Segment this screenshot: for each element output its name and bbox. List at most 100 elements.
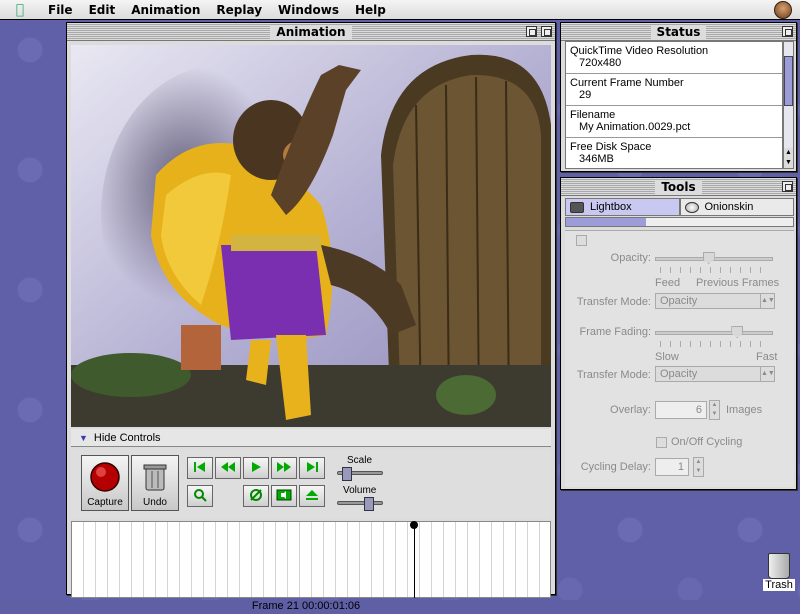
fading-ticks bbox=[660, 341, 770, 347]
status-item-label: Current Frame Number bbox=[570, 77, 684, 89]
playhead-handle[interactable] bbox=[410, 521, 418, 529]
status-item-label: Free Disk Space bbox=[570, 141, 652, 153]
zoom-box-icon[interactable] bbox=[526, 26, 537, 37]
volume-slider[interactable] bbox=[337, 501, 383, 505]
rewind-button[interactable] bbox=[215, 457, 241, 479]
playhead[interactable] bbox=[414, 524, 415, 598]
loop-icon bbox=[249, 488, 263, 505]
opacity-slider-thumb[interactable] bbox=[702, 252, 715, 264]
trash-label: Trash bbox=[763, 579, 795, 591]
trash-can-graphic bbox=[768, 553, 790, 579]
status-item-label: Filename bbox=[570, 109, 616, 121]
tools-titlebar[interactable]: Tools bbox=[561, 178, 796, 196]
trash-icon[interactable]: Trash bbox=[762, 553, 796, 591]
opacity-label: Opacity: bbox=[610, 252, 651, 264]
frame-status: Frame 21 00:00:01:06 bbox=[251, 600, 361, 612]
hide-controls-toggle[interactable]: ▼ Hide Controls bbox=[71, 429, 551, 447]
select-arrows-icon: ▲▼ bbox=[760, 367, 775, 381]
play-icon bbox=[250, 461, 262, 476]
frame-fading-label: Frame Fading: bbox=[579, 326, 651, 338]
menu-file[interactable]: File bbox=[40, 3, 81, 17]
status-item-value: My Animation.0029.pct bbox=[579, 121, 691, 133]
skip-back-icon bbox=[193, 461, 207, 476]
lightbox-panel: Opacity: Feed Previous Frames Transfer M… bbox=[565, 230, 794, 487]
volume-slider-thumb[interactable] bbox=[364, 497, 374, 511]
status-item-value: 346MB bbox=[579, 153, 614, 165]
undo-label: Undo bbox=[143, 497, 167, 508]
stop-motion-frame-image bbox=[71, 45, 551, 427]
opacity-max-label: Previous Frames bbox=[696, 277, 780, 289]
application-menu-icon[interactable] bbox=[774, 1, 792, 19]
transfer-mode-select[interactable]: Opacity ▲▼ bbox=[655, 293, 775, 309]
lightbox-enable-checkbox[interactable] bbox=[576, 235, 587, 246]
cycling-delay-input[interactable]: 1 bbox=[655, 458, 689, 476]
overlay-label: Overlay: bbox=[610, 404, 651, 416]
fast-forward-icon bbox=[276, 461, 292, 476]
cycling-label: On/Off Cycling bbox=[671, 436, 743, 448]
magnifier-icon bbox=[193, 488, 207, 505]
tab-label: Lightbox bbox=[590, 201, 632, 213]
scrollbar-thumb[interactable] bbox=[566, 218, 646, 226]
scroll-down-arrow-icon[interactable]: ▼ bbox=[784, 158, 793, 168]
play-button[interactable] bbox=[243, 457, 269, 479]
cycling-checkbox[interactable] bbox=[656, 437, 667, 448]
transfer-mode-value: Opacity bbox=[660, 368, 698, 380]
zoom-button[interactable] bbox=[187, 485, 213, 507]
sound-button[interactable] bbox=[271, 485, 297, 507]
capture-button[interactable]: Capture bbox=[81, 455, 129, 511]
menu-help[interactable]: Help bbox=[347, 3, 394, 17]
opacity-ticks bbox=[660, 267, 770, 273]
tab-onionskin[interactable]: Onionskin bbox=[679, 198, 794, 216]
rewind-icon bbox=[220, 461, 236, 476]
scroll-up-arrow-icon[interactable]: ▲ bbox=[784, 148, 793, 158]
tabs-scrollbar[interactable] bbox=[565, 217, 794, 227]
onionskin-icon bbox=[684, 201, 699, 213]
frame-fading-slider-thumb[interactable] bbox=[731, 326, 744, 338]
overlay-input[interactable]: 6 bbox=[655, 401, 707, 419]
menu-replay[interactable]: Replay bbox=[208, 3, 270, 17]
scale-label: Scale bbox=[347, 455, 373, 466]
transfer-mode-select-2[interactable]: Opacity ▲▼ bbox=[655, 366, 775, 382]
select-arrows-icon: ▲▼ bbox=[760, 294, 775, 308]
overlay-unit-label: Images bbox=[726, 404, 763, 416]
status-list: QuickTime Video Resolution 720x480 Curre… bbox=[565, 41, 783, 169]
go-to-start-button[interactable] bbox=[187, 457, 213, 479]
go-to-end-button[interactable] bbox=[299, 457, 325, 479]
transfer-mode-value: Opacity bbox=[660, 295, 698, 307]
frame-fading-slider[interactable] bbox=[655, 331, 773, 335]
animation-titlebar[interactable]: Animation bbox=[67, 23, 555, 41]
overlay-stepper[interactable]: ▲ ▼ bbox=[709, 400, 720, 420]
menu-animation[interactable]: Animation bbox=[123, 3, 208, 17]
fast-forward-button[interactable] bbox=[271, 457, 297, 479]
status-scrollbar[interactable]: ▲ ▼ bbox=[783, 41, 794, 169]
status-item: Free Disk Space 346MB bbox=[566, 138, 782, 168]
menu-edit[interactable]: Edit bbox=[81, 3, 124, 17]
status-titlebar[interactable]: Status bbox=[561, 23, 796, 41]
video-preview bbox=[71, 45, 551, 427]
scrollbar-thumb[interactable] bbox=[784, 56, 793, 106]
capture-controls: Capture Undo Scale Volume bbox=[71, 449, 551, 519]
cycling-delay-label: Cycling Delay: bbox=[580, 461, 651, 473]
loop-button[interactable] bbox=[243, 485, 269, 507]
apple-menu-icon[interactable]:  bbox=[0, 2, 40, 18]
tab-lightbox[interactable]: Lightbox bbox=[565, 198, 680, 216]
frame-timeline[interactable] bbox=[71, 521, 551, 598]
collapse-box-icon[interactable] bbox=[541, 26, 552, 37]
eject-button[interactable] bbox=[299, 485, 325, 507]
undo-button[interactable]: Undo bbox=[131, 455, 179, 511]
menu-bar:  File Edit Animation Replay Windows Hel… bbox=[0, 0, 800, 20]
speaker-icon bbox=[276, 489, 292, 504]
scale-slider-thumb[interactable] bbox=[342, 467, 353, 481]
tool-tabs: Lightbox Onionskin bbox=[565, 198, 794, 216]
transfer-mode-label-2: Transfer Mode: bbox=[576, 369, 651, 381]
collapse-box-icon[interactable] bbox=[782, 26, 793, 37]
collapse-box-icon[interactable] bbox=[782, 181, 793, 192]
window-title: Animation bbox=[270, 24, 352, 39]
window-title: Tools bbox=[655, 179, 702, 194]
lightbox-icon bbox=[570, 201, 584, 213]
disclosure-triangle-icon[interactable]: ▼ bbox=[79, 433, 88, 443]
menu-windows[interactable]: Windows bbox=[270, 3, 347, 17]
skip-forward-icon bbox=[305, 461, 319, 476]
status-window: Status QuickTime Video Resolution 720x48… bbox=[560, 22, 797, 172]
cycling-delay-stepper[interactable]: ▲ ▼ bbox=[693, 457, 704, 477]
